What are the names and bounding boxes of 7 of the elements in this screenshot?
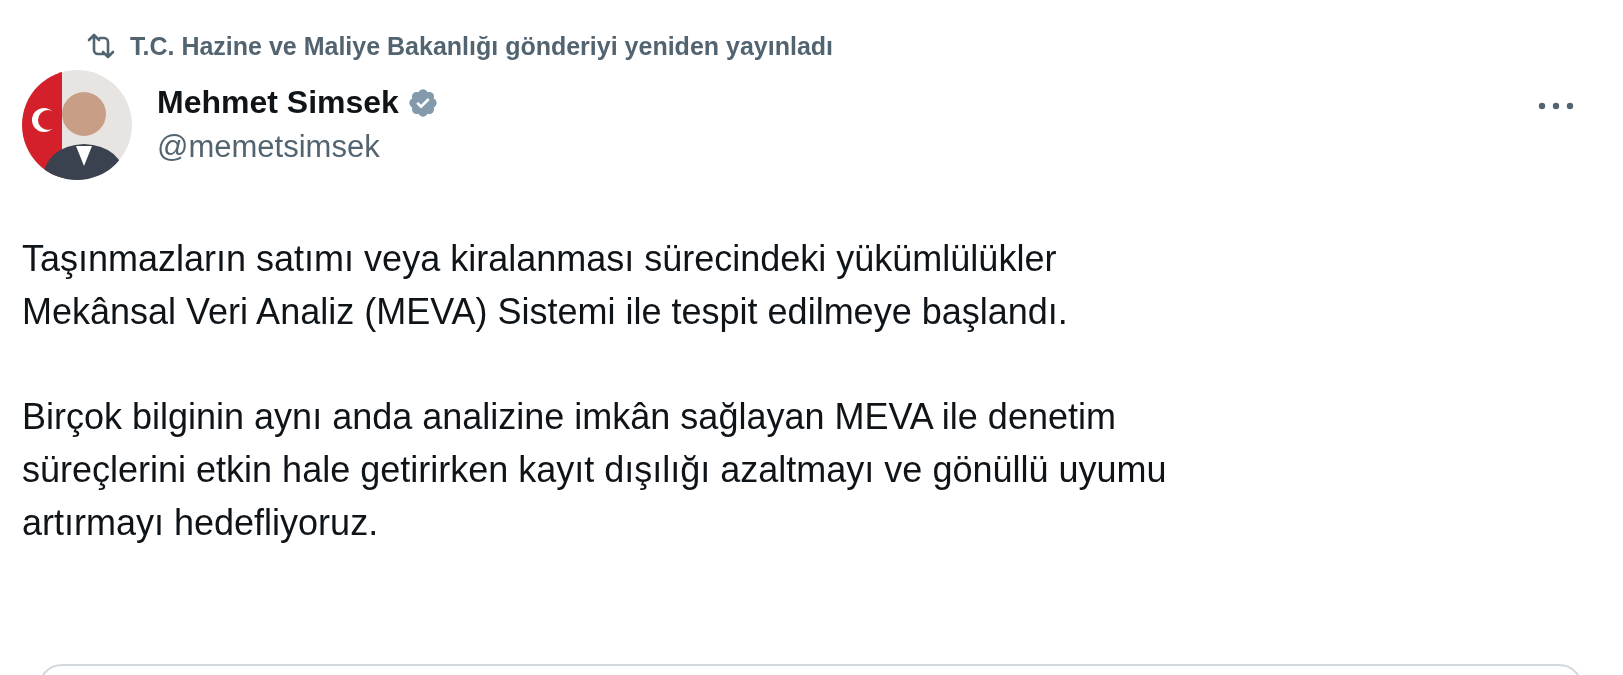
repost-icon [86,33,116,59]
post-paragraph: Birçok bilginin aynı anda analizine imkân sağlayan MEVA ile denetim süreçlerini etkin hale getirirken kayıt dışılığı azaltmayı ve gönüllü uyumu artırmayı hedefliyoruz. [22,395,1168,545]
repost-label[interactable]: T.C. Hazine ve Maliye Bakanlığı gönderiyi yeniden yayınladı [130,31,833,61]
author-handle[interactable]: @memetsimsek [157,129,439,165]
author-name[interactable]: Mehmet Simsek [157,84,399,121]
post-paragraph: Taşınmazların satımı veya kiralanması sürecindeki yükümlülükler Mekânsal Veri Analiz (MEVA) Sistemi ile tespit edilmeye başlandı. [22,237,1069,334]
more-icon[interactable] [1536,100,1576,112]
